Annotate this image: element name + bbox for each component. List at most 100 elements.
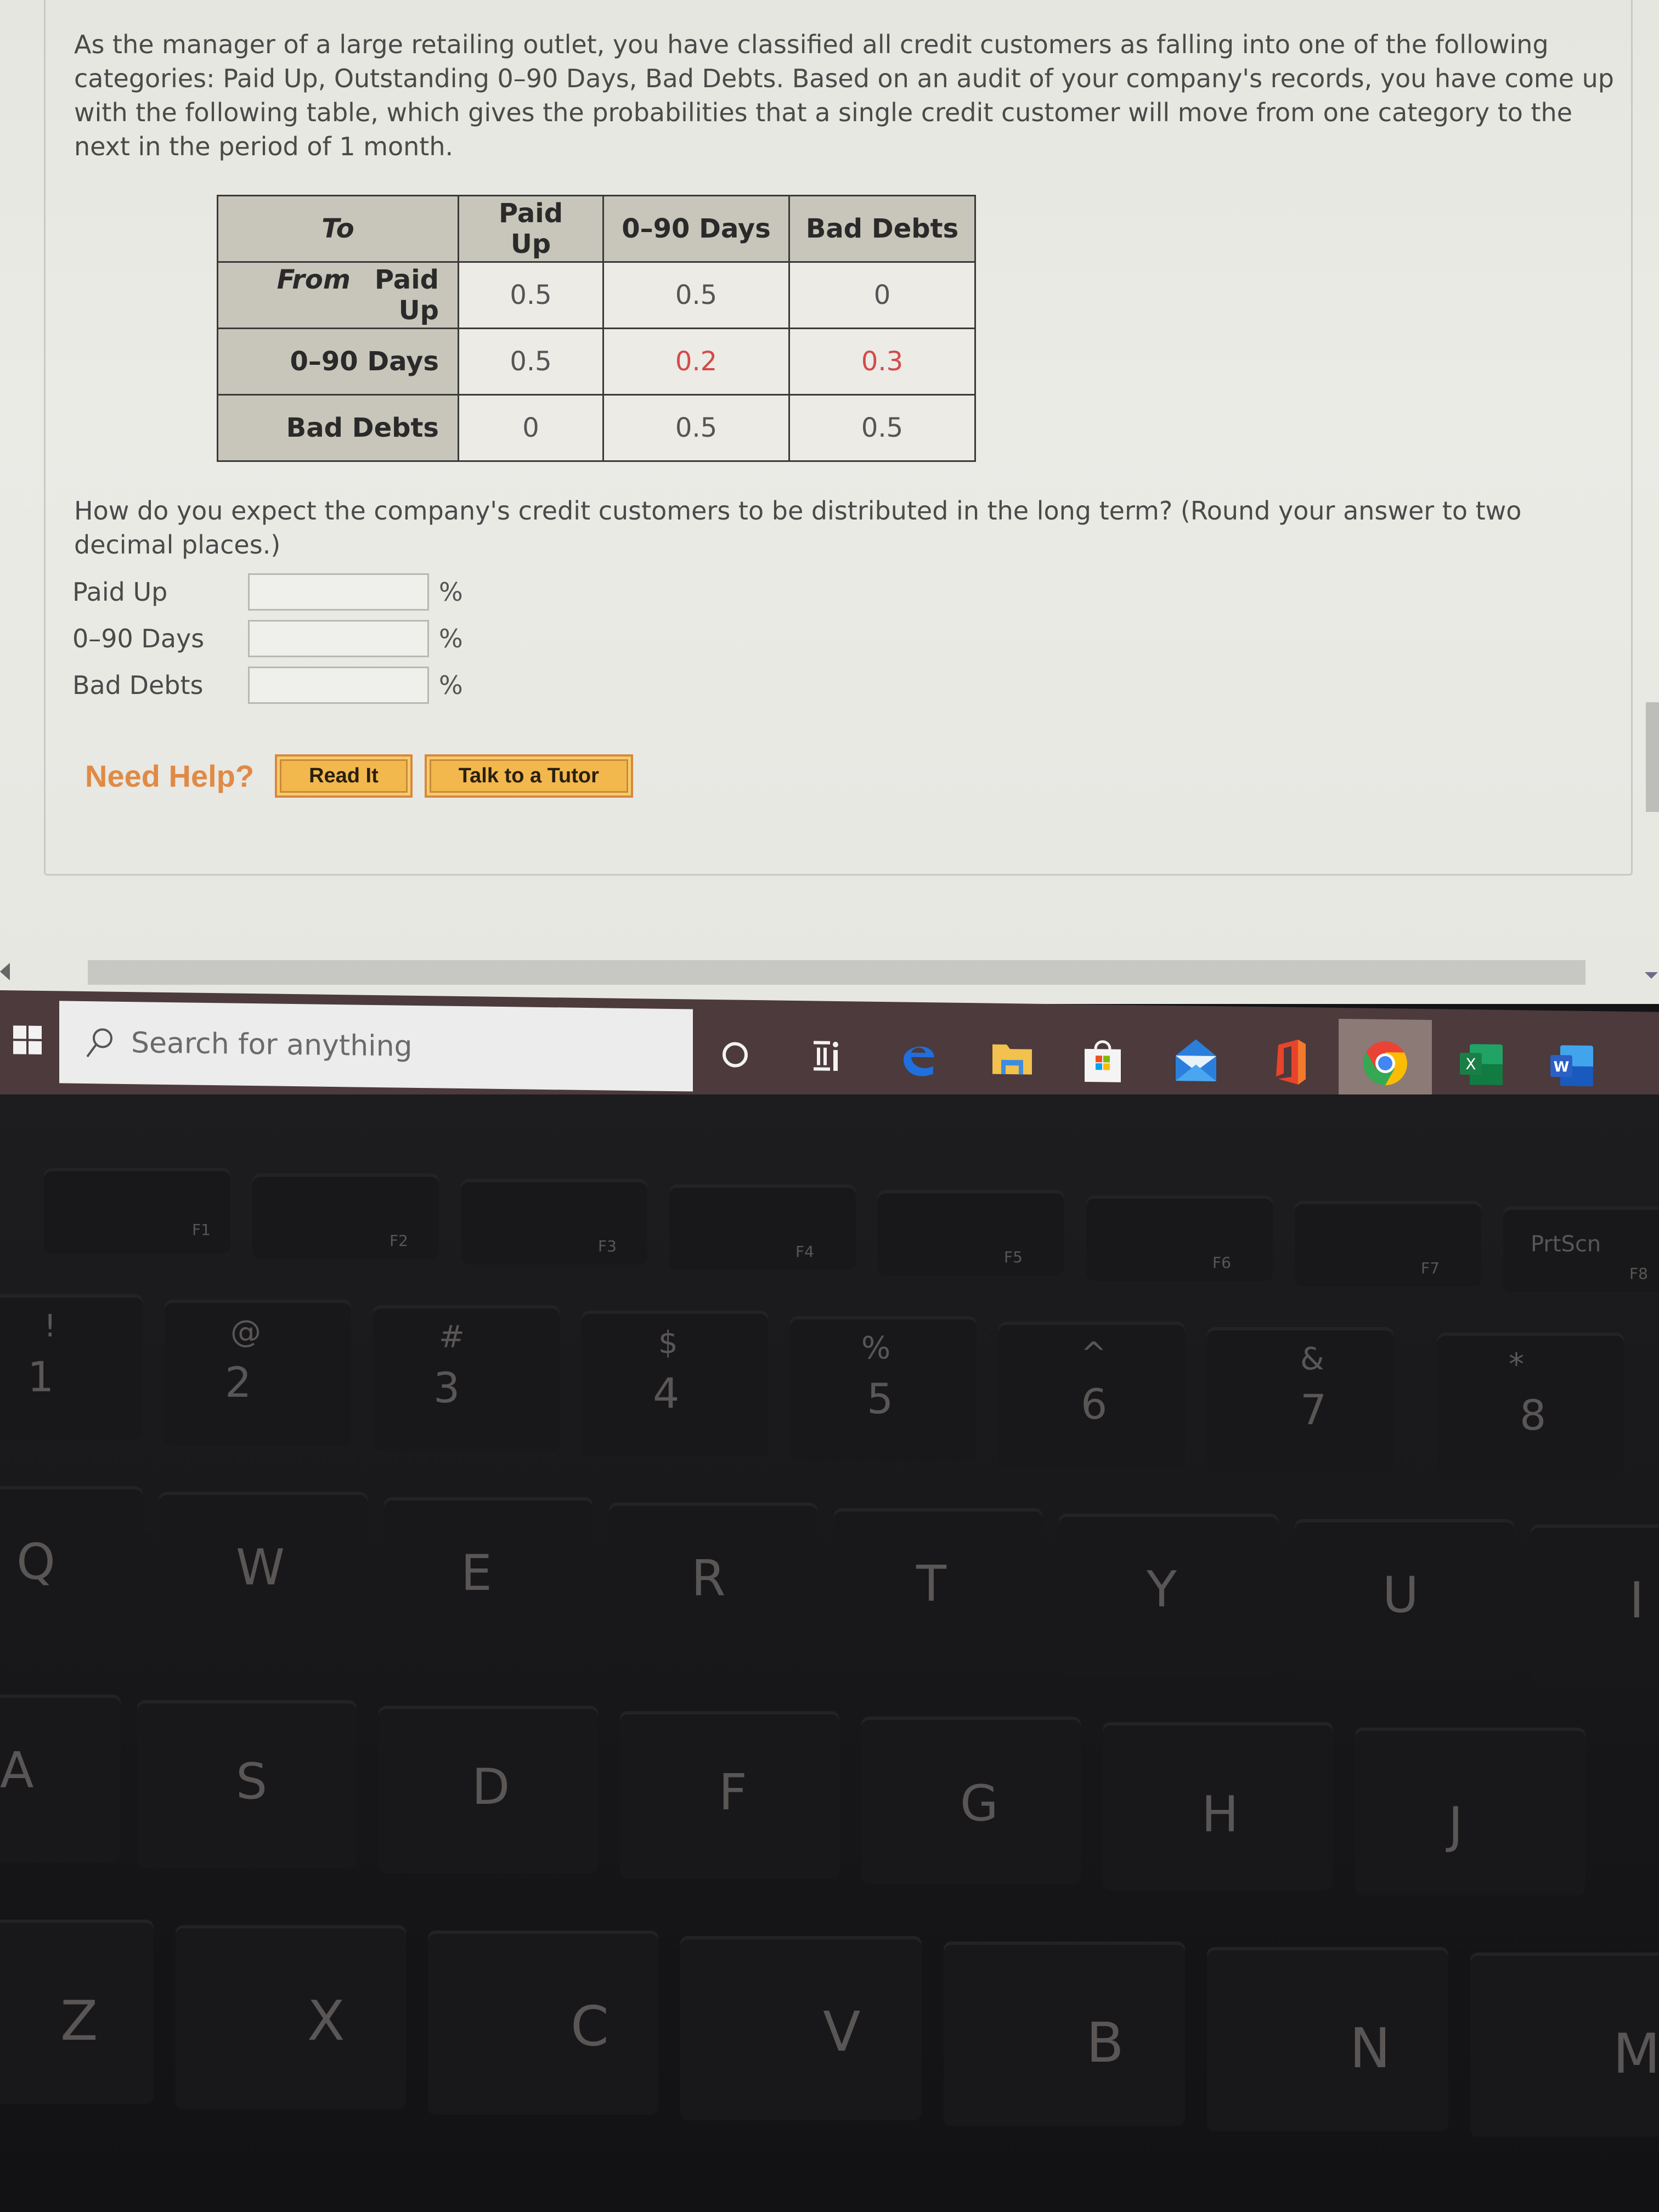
key-label: Q — [16, 1533, 55, 1591]
key-d: D — [379, 1709, 598, 1874]
scroll-left-arrow[interactable] — [0, 963, 10, 980]
key-t: T — [834, 1511, 1042, 1671]
read-it-button[interactable]: Read It — [275, 754, 413, 798]
key-label: * — [1509, 1347, 1524, 1383]
mail-button[interactable] — [1169, 1033, 1223, 1088]
word-letter: W — [1554, 1059, 1570, 1075]
key-label: PrtScn — [1531, 1232, 1601, 1257]
answer-label: 0–90 Days — [72, 624, 205, 653]
key-b: B — [944, 1945, 1185, 2126]
table-cell-highlighted: 0.3 — [788, 328, 976, 396]
key-label: F6 — [1212, 1254, 1231, 1272]
key-f2: F2 — [252, 1177, 439, 1259]
table-row: From Paid Up 0.5 0.5 0 — [217, 261, 976, 329]
key-label: D — [472, 1758, 510, 1816]
bad-debts-input[interactable] — [248, 667, 429, 704]
key-y: Y — [1059, 1517, 1278, 1676]
key-label: F1 — [192, 1221, 211, 1239]
browser-viewport: As the manager of a large retailing outl… — [0, 0, 1659, 1004]
key-3: #3 — [373, 1308, 560, 1451]
key-s: S — [137, 1703, 357, 1868]
key-label: H — [1201, 1786, 1239, 1843]
percent-unit: % — [439, 577, 463, 607]
physical-keyboard: F1 F2 F3 F4 F5 F6 F7 PrtScn F8 ! 1 @2 #3 $… — [0, 1094, 1659, 2212]
taskbar-search-box[interactable]: Search for anything — [59, 1001, 693, 1092]
key-f4: F4 — [669, 1188, 856, 1270]
key-label: 8 — [1520, 1391, 1547, 1440]
answer-label: Bad Debts — [72, 670, 204, 700]
key-label: F4 — [795, 1243, 814, 1261]
key-label: F — [719, 1764, 747, 1821]
key-label: ! — [44, 1308, 57, 1344]
percent-unit: % — [439, 670, 463, 700]
key-f1: F1 — [44, 1171, 230, 1254]
table-cell: 0.5 — [602, 394, 790, 462]
question-text: How do you expect the company's credit c… — [74, 496, 1522, 560]
search-placeholder: Search for anything — [131, 1026, 413, 1063]
answer-row-paid-up: Paid Up % — [72, 571, 463, 613]
need-help-label: Need Help? — [85, 759, 255, 793]
key-label: @ — [230, 1314, 261, 1350]
key-f3: F3 — [461, 1182, 647, 1265]
row-header-paid-up: From Paid Up — [217, 261, 459, 329]
key-label: N — [1350, 2016, 1391, 2080]
paid-up-input[interactable] — [248, 573, 429, 611]
key-5: % 5 — [790, 1319, 977, 1462]
table-header-row: To Paid Up 0–90 Days Bad Debts — [217, 195, 976, 263]
cortana-button[interactable] — [708, 1027, 763, 1082]
key-g: G — [861, 1720, 1081, 1884]
key-4: $4 — [582, 1314, 768, 1457]
key-label: & — [1300, 1341, 1324, 1377]
key-label: F2 — [390, 1232, 408, 1250]
need-help-bar: Need Help? Read It Talk to a Tutor — [85, 754, 645, 798]
file-explorer-button[interactable] — [985, 1030, 1040, 1086]
table-cell: 0.5 — [458, 261, 604, 329]
key-h: H — [1103, 1725, 1333, 1890]
horizontal-scrollbar[interactable] — [88, 960, 1585, 985]
scroll-down-arrow[interactable] — [1645, 972, 1658, 979]
0-90-days-input[interactable] — [248, 620, 429, 657]
windows-logo-icon — [13, 1025, 42, 1054]
word-icon: W — [1550, 1045, 1593, 1087]
office-button[interactable] — [1262, 1034, 1317, 1090]
key-label: F3 — [598, 1237, 617, 1255]
key-f7: F7 — [1295, 1204, 1481, 1286]
key-label: $ — [658, 1325, 678, 1361]
row-header-0-90-days: 0–90 Days — [217, 328, 459, 396]
start-button[interactable] — [0, 1012, 55, 1068]
key-label: 6 — [1081, 1380, 1108, 1429]
col-header-paid-up: Paid Up — [458, 195, 604, 263]
key-n: N — [1207, 1950, 1448, 2131]
col-header-0-90-days: 0–90 Days — [602, 195, 790, 263]
key-label: T — [916, 1555, 946, 1613]
key-label: U — [1383, 1566, 1419, 1624]
key-label: 7 — [1300, 1385, 1327, 1434]
key-label: F5 — [1004, 1248, 1023, 1266]
key-label: X — [307, 1989, 345, 2053]
key-label: % — [861, 1330, 891, 1366]
key-label: Z — [60, 1989, 98, 2053]
microsoft-store-button[interactable] — [1075, 1032, 1130, 1087]
key-label: 5 — [867, 1374, 894, 1423]
key-label: ^ — [1081, 1336, 1107, 1372]
key-m: M — [1470, 1956, 1659, 2137]
key-label: S — [236, 1753, 268, 1810]
key-label: F8 — [1629, 1265, 1648, 1283]
task-view-button[interactable] — [798, 1028, 853, 1084]
key-label: V — [823, 2000, 861, 2064]
answer-row-0-90-days: 0–90 Days % — [72, 617, 463, 660]
vertical-scrollbar-thumb[interactable] — [1646, 702, 1659, 812]
key-u: U — [1295, 1522, 1514, 1681]
key-j: J — [1355, 1731, 1585, 1895]
transition-table: To Paid Up 0–90 Days Bad Debts From Paid … — [217, 195, 976, 462]
key-label: 2 — [225, 1358, 252, 1407]
excel-button[interactable]: X — [1454, 1037, 1509, 1092]
table-cell: 0.5 — [602, 261, 790, 329]
edge-taskbar-button[interactable] — [891, 1029, 946, 1085]
key-v: V — [680, 1939, 922, 2120]
key-i: I — [1531, 1528, 1659, 1687]
from-label: From — [276, 264, 351, 295]
key-8: * 8 — [1437, 1336, 1624, 1479]
talk-to-tutor-button[interactable]: Talk to a Tutor — [424, 754, 633, 798]
word-button[interactable]: W — [1544, 1038, 1599, 1093]
